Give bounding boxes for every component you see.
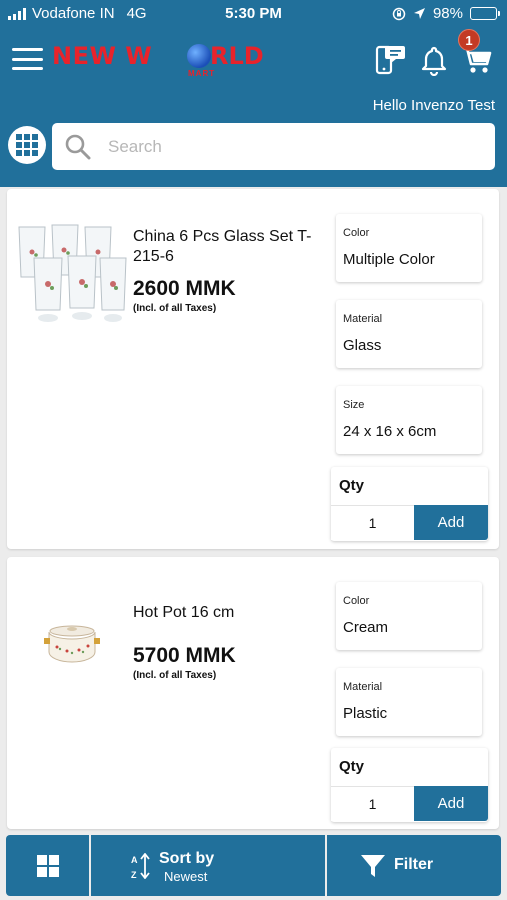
product-price: 2600 MMK (133, 277, 236, 300)
battery-percent: 98% (432, 5, 463, 22)
bell-icon[interactable] (418, 44, 450, 76)
quantity-box: Qty Add (331, 748, 488, 822)
search-input[interactable] (108, 133, 478, 161)
product-name[interactable]: Hot Pot 16 cm (133, 603, 333, 623)
attribute-label: Material (343, 313, 383, 325)
orientation-lock-icon (392, 7, 406, 20)
logo-text-new-w: NEW W (52, 42, 153, 70)
sort-label: Sort by (159, 850, 215, 867)
attribute-material[interactable]: Material Plastic (336, 668, 482, 736)
app-header: Vodafone IN 4G 5:30 PM 98% NEW W RLD MAR… (0, 0, 507, 187)
search-bar[interactable] (52, 123, 495, 170)
logo-text-mart: MART (188, 69, 216, 78)
attribute-material[interactable]: Material Glass (336, 300, 482, 368)
product-card: China 6 Pcs Glass Set T-215-6 2600 MMK (… (7, 189, 499, 549)
qty-input[interactable] (331, 786, 414, 821)
attribute-value: Cream (343, 619, 389, 636)
attribute-value: Plastic (343, 705, 388, 722)
attribute-value: 24 x 16 x 6cm (343, 423, 437, 440)
grid-view-icon (36, 854, 59, 877)
sort-icon: A Z (131, 853, 150, 879)
battery-icon (470, 7, 500, 20)
logo-text-rld: RLD (210, 42, 264, 70)
location-arrow-icon (413, 8, 425, 19)
add-to-cart-button[interactable]: Add (414, 505, 488, 540)
sort-button[interactable]: A Z Sort by Newest (91, 835, 325, 896)
product-image-glass-set[interactable] (16, 222, 128, 324)
filter-icon (361, 855, 385, 877)
product-image-hot-pot[interactable] (43, 623, 101, 667)
attribute-label: Size (343, 399, 365, 411)
quantity-box: Qty Add (331, 467, 488, 541)
user-greeting: Hello Invenzo Test (372, 97, 495, 114)
status-right: 98% (392, 5, 500, 22)
cart-count-badge: 1 (458, 29, 480, 51)
filter-button[interactable]: Filter (327, 835, 501, 896)
filter-label: Filter (394, 856, 434, 873)
chat-icon[interactable] (374, 44, 406, 76)
product-tax-note: (Incl. of all Taxes) (133, 670, 217, 681)
brand-logo: NEW W RLD MART (52, 40, 264, 82)
svg-text:Z: Z (131, 870, 137, 879)
search-icon (65, 134, 91, 160)
attribute-color[interactable]: Color Cream (336, 582, 482, 650)
attribute-label: Color (343, 227, 370, 239)
logo-globe-icon (187, 44, 211, 68)
add-to-cart-button[interactable]: Add (414, 786, 488, 821)
status-bar: Vodafone IN 4G 5:30 PM 98% (0, 0, 507, 28)
sort-value: Newest (164, 869, 208, 884)
bottom-action-bar: A Z Sort by Newest Filter (6, 835, 501, 896)
product-tax-note: (Incl. of all Taxes) (133, 303, 217, 314)
svg-text:A: A (131, 855, 138, 865)
qty-input[interactable] (331, 505, 414, 540)
product-card: Hot Pot 16 cm 5700 MMK (Incl. of all Tax… (7, 557, 499, 829)
qty-label: Qty (339, 477, 365, 494)
product-name[interactable]: China 6 Pcs Glass Set T-215-6 (133, 227, 333, 267)
attribute-value: Glass (343, 337, 382, 354)
attribute-value: Multiple Color (343, 251, 435, 268)
menu-icon[interactable] (12, 46, 43, 72)
view-toggle-button[interactable] (6, 835, 89, 896)
product-price: 5700 MMK (133, 644, 236, 667)
attribute-size[interactable]: Size 24 x 16 x 6cm (336, 386, 482, 454)
attribute-label: Material (343, 681, 383, 693)
attribute-color[interactable]: Color Multiple Color (336, 214, 482, 282)
attribute-label: Color (343, 595, 370, 607)
qty-label: Qty (339, 758, 365, 775)
grid-icon (16, 134, 38, 156)
category-grid-button[interactable] (8, 126, 46, 164)
